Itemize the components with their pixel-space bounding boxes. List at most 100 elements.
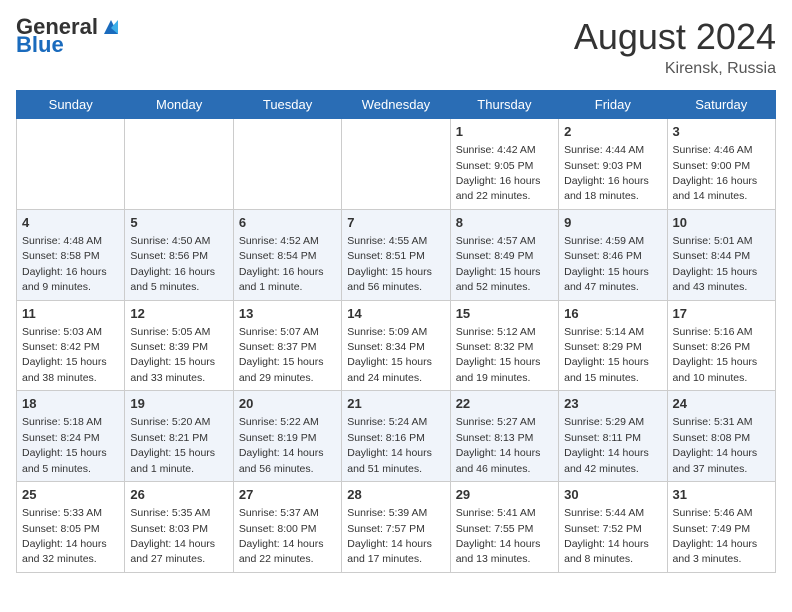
- calendar-week-4: 18Sunrise: 5:18 AM Sunset: 8:24 PM Dayli…: [17, 391, 776, 482]
- calendar-cell: 1 Sunrise: 4:42 AM Sunset: 9:05 PM Daylig…: [450, 119, 558, 210]
- month-year: August 2024: [574, 16, 776, 58]
- day-info: Sunrise: 5:41 AM Sunset: 7:55 PM Dayligh…: [456, 507, 541, 565]
- calendar-cell: 9 Sunrise: 4:59 AM Sunset: 8:46 PM Daylig…: [559, 209, 667, 300]
- calendar-cell: 26 Sunrise: 5:35 AM Sunset: 8:03 PM Dayli…: [125, 482, 233, 573]
- day-number: 27: [239, 486, 336, 504]
- day-info: Sunrise: 5:22 AM Sunset: 8:19 PM Dayligh…: [239, 416, 324, 474]
- day-info: Sunrise: 5:27 AM Sunset: 8:13 PM Dayligh…: [456, 416, 541, 474]
- day-info: Sunrise: 5:14 AM Sunset: 8:29 PM Dayligh…: [564, 326, 649, 384]
- day-of-week-thursday: Thursday: [450, 91, 558, 119]
- calendar-cell: 13 Sunrise: 5:07 AM Sunset: 8:37 PM Dayli…: [233, 300, 341, 391]
- calendar-cell: 4Sunrise: 4:48 AM Sunset: 8:58 PM Daylig…: [17, 209, 125, 300]
- calendar-week-2: 4Sunrise: 4:48 AM Sunset: 8:58 PM Daylig…: [17, 209, 776, 300]
- calendar-cell: 24 Sunrise: 5:31 AM Sunset: 8:08 PM Dayli…: [667, 391, 775, 482]
- day-info: Sunrise: 5:07 AM Sunset: 8:37 PM Dayligh…: [239, 326, 324, 384]
- day-number: 28: [347, 486, 444, 504]
- day-of-week-saturday: Saturday: [667, 91, 775, 119]
- day-number: 15: [456, 305, 553, 323]
- calendar-cell: [233, 119, 341, 210]
- day-of-week-wednesday: Wednesday: [342, 91, 450, 119]
- day-number: 5: [130, 214, 227, 232]
- day-info: Sunrise: 5:18 AM Sunset: 8:24 PM Dayligh…: [22, 416, 107, 474]
- day-number: 7: [347, 214, 444, 232]
- day-info: Sunrise: 5:35 AM Sunset: 8:03 PM Dayligh…: [130, 507, 215, 565]
- calendar-cell: [17, 119, 125, 210]
- day-number: 8: [456, 214, 553, 232]
- calendar-week-1: 1 Sunrise: 4:42 AM Sunset: 9:05 PM Daylig…: [17, 119, 776, 210]
- calendar-cell: 17 Sunrise: 5:16 AM Sunset: 8:26 PM Dayli…: [667, 300, 775, 391]
- day-info: Sunrise: 5:39 AM Sunset: 7:57 PM Dayligh…: [347, 507, 432, 565]
- day-number: 9: [564, 214, 661, 232]
- calendar-cell: 29 Sunrise: 5:41 AM Sunset: 7:55 PM Dayli…: [450, 482, 558, 573]
- calendar-cell: 27 Sunrise: 5:37 AM Sunset: 8:00 PM Dayli…: [233, 482, 341, 573]
- calendar-cell: 7Sunrise: 4:55 AM Sunset: 8:51 PM Daylig…: [342, 209, 450, 300]
- day-info: Sunrise: 5:12 AM Sunset: 8:32 PM Dayligh…: [456, 326, 541, 384]
- day-number: 11: [22, 305, 119, 323]
- calendar-cell: 30Sunrise: 5:44 AM Sunset: 7:52 PM Dayli…: [559, 482, 667, 573]
- day-info: Sunrise: 5:01 AM Sunset: 8:44 PM Dayligh…: [673, 235, 758, 293]
- day-number: 1: [456, 123, 553, 141]
- day-info: Sunrise: 4:59 AM Sunset: 8:46 PM Dayligh…: [564, 235, 649, 293]
- calendar-cell: 15 Sunrise: 5:12 AM Sunset: 8:32 PM Dayli…: [450, 300, 558, 391]
- calendar-cell: 6 Sunrise: 4:52 AM Sunset: 8:54 PM Daylig…: [233, 209, 341, 300]
- day-number: 13: [239, 305, 336, 323]
- calendar-cell: 12Sunrise: 5:05 AM Sunset: 8:39 PM Dayli…: [125, 300, 233, 391]
- day-number: 19: [130, 395, 227, 413]
- day-info: Sunrise: 4:42 AM Sunset: 9:05 PM Dayligh…: [456, 144, 541, 202]
- location: Kirensk, Russia: [574, 60, 776, 78]
- calendar-cell: 10 Sunrise: 5:01 AM Sunset: 8:44 PM Dayli…: [667, 209, 775, 300]
- day-number: 6: [239, 214, 336, 232]
- day-number: 21: [347, 395, 444, 413]
- calendar-cell: 18Sunrise: 5:18 AM Sunset: 8:24 PM Dayli…: [17, 391, 125, 482]
- calendar-cell: 8Sunrise: 4:57 AM Sunset: 8:49 PM Daylig…: [450, 209, 558, 300]
- day-number: 22: [456, 395, 553, 413]
- day-number: 30: [564, 486, 661, 504]
- day-number: 24: [673, 395, 770, 413]
- day-number: 17: [673, 305, 770, 323]
- calendar-cell: 28 Sunrise: 5:39 AM Sunset: 7:57 PM Dayli…: [342, 482, 450, 573]
- day-of-week-tuesday: Tuesday: [233, 91, 341, 119]
- calendar-cell: 25 Sunrise: 5:33 AM Sunset: 8:05 PM Dayli…: [17, 482, 125, 573]
- calendar-table: SundayMondayTuesdayWednesdayThursdayFrid…: [16, 90, 776, 573]
- calendar-cell: 14 Sunrise: 5:09 AM Sunset: 8:34 PM Dayli…: [342, 300, 450, 391]
- day-info: Sunrise: 5:16 AM Sunset: 8:26 PM Dayligh…: [673, 326, 758, 384]
- day-number: 14: [347, 305, 444, 323]
- day-number: 31: [673, 486, 770, 504]
- day-info: Sunrise: 5:33 AM Sunset: 8:05 PM Dayligh…: [22, 507, 107, 565]
- calendar-header-row: SundayMondayTuesdayWednesdayThursdayFrid…: [17, 91, 776, 119]
- calendar-cell: 3Sunrise: 4:46 AM Sunset: 9:00 PM Daylig…: [667, 119, 775, 210]
- day-info: Sunrise: 5:20 AM Sunset: 8:21 PM Dayligh…: [130, 416, 215, 474]
- calendar-cell: 22 Sunrise: 5:27 AM Sunset: 8:13 PM Dayli…: [450, 391, 558, 482]
- day-of-week-monday: Monday: [125, 91, 233, 119]
- day-info: Sunrise: 5:29 AM Sunset: 8:11 PM Dayligh…: [564, 416, 649, 474]
- calendar-cell: 20Sunrise: 5:22 AM Sunset: 8:19 PM Dayli…: [233, 391, 341, 482]
- calendar-cell: 21 Sunrise: 5:24 AM Sunset: 8:16 PM Dayli…: [342, 391, 450, 482]
- calendar-cell: 31Sunrise: 5:46 AM Sunset: 7:49 PM Dayli…: [667, 482, 775, 573]
- day-number: 26: [130, 486, 227, 504]
- day-number: 3: [673, 123, 770, 141]
- calendar-week-5: 25 Sunrise: 5:33 AM Sunset: 8:05 PM Dayli…: [17, 482, 776, 573]
- day-of-week-friday: Friday: [559, 91, 667, 119]
- day-number: 29: [456, 486, 553, 504]
- day-info: Sunrise: 5:24 AM Sunset: 8:16 PM Dayligh…: [347, 416, 432, 474]
- logo-blue: Blue: [16, 34, 64, 56]
- day-info: Sunrise: 4:52 AM Sunset: 8:54 PM Dayligh…: [239, 235, 324, 293]
- calendar-cell: 5Sunrise: 4:50 AM Sunset: 8:56 PM Daylig…: [125, 209, 233, 300]
- day-info: Sunrise: 5:37 AM Sunset: 8:00 PM Dayligh…: [239, 507, 324, 565]
- calendar-cell: 16 Sunrise: 5:14 AM Sunset: 8:29 PM Dayli…: [559, 300, 667, 391]
- day-info: Sunrise: 5:31 AM Sunset: 8:08 PM Dayligh…: [673, 416, 758, 474]
- calendar-cell: 19 Sunrise: 5:20 AM Sunset: 8:21 PM Dayli…: [125, 391, 233, 482]
- day-number: 2: [564, 123, 661, 141]
- logo: General Blue: [16, 16, 122, 56]
- day-info: Sunrise: 5:03 AM Sunset: 8:42 PM Dayligh…: [22, 326, 107, 384]
- calendar-cell: [342, 119, 450, 210]
- day-number: 23: [564, 395, 661, 413]
- calendar-cell: 11 Sunrise: 5:03 AM Sunset: 8:42 PM Dayli…: [17, 300, 125, 391]
- day-of-week-sunday: Sunday: [17, 91, 125, 119]
- day-number: 10: [673, 214, 770, 232]
- day-number: 25: [22, 486, 119, 504]
- day-number: 16: [564, 305, 661, 323]
- logo-icon: [100, 16, 122, 38]
- day-info: Sunrise: 5:09 AM Sunset: 8:34 PM Dayligh…: [347, 326, 432, 384]
- calendar-week-3: 11 Sunrise: 5:03 AM Sunset: 8:42 PM Dayli…: [17, 300, 776, 391]
